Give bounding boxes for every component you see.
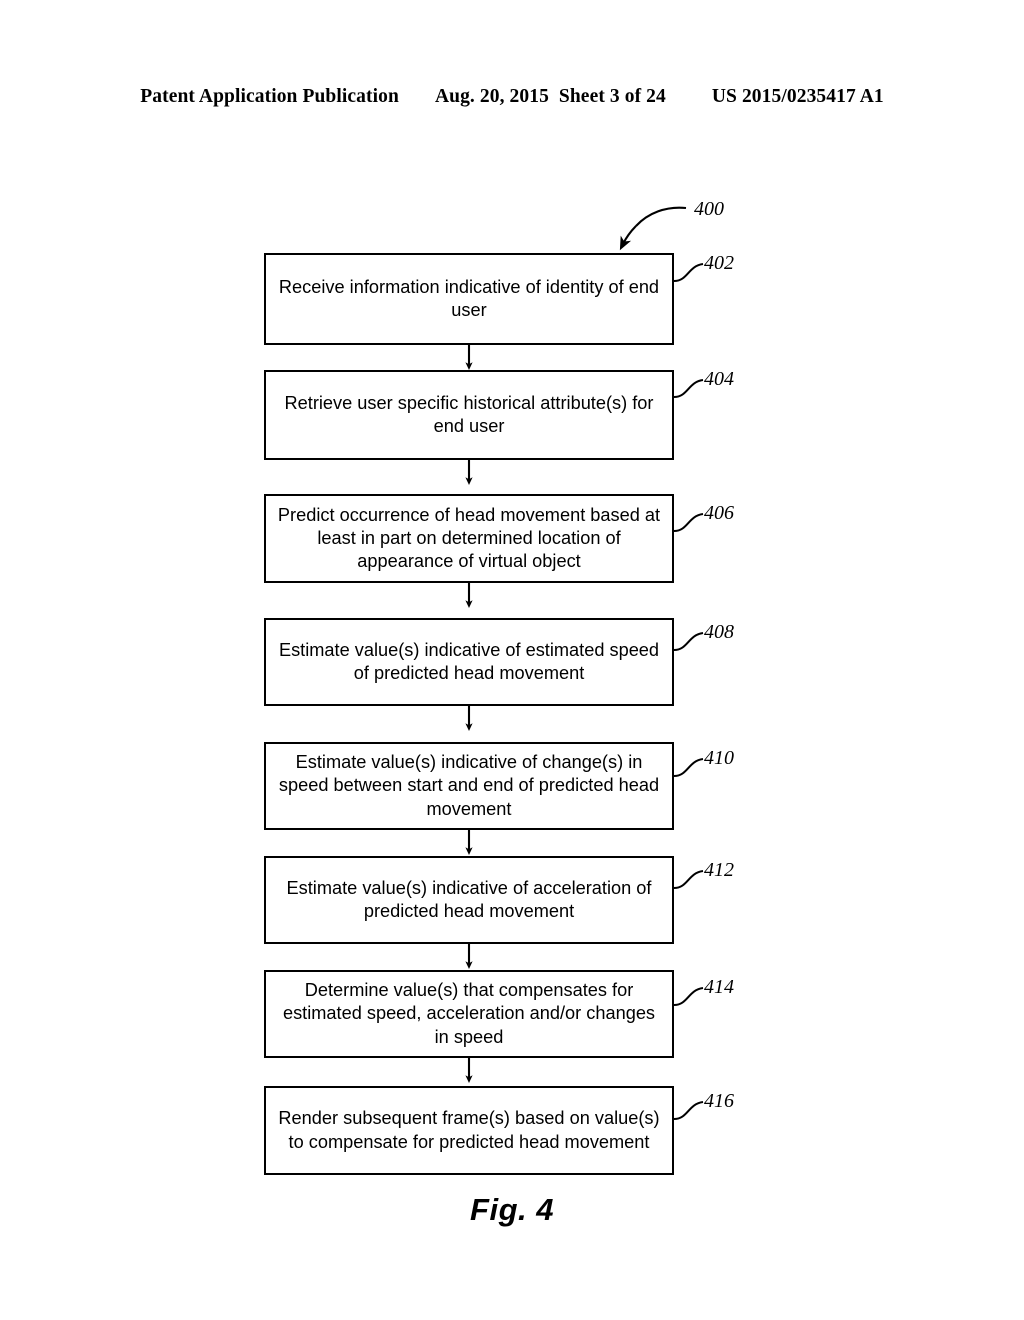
leader-line-404 [673, 379, 704, 398]
reference-numeral-406: 406 [704, 502, 734, 524]
flowchart-step-414: Determine value(s) that compensates for … [264, 970, 674, 1058]
flowchart-step-412: Estimate value(s) indicative of accelera… [264, 856, 674, 944]
flowchart-step-404-text: Retrieve user specific historical attrib… [284, 392, 654, 436]
flowchart-step-404: Retrieve user specific historical attrib… [264, 370, 674, 460]
leader-line-406 [673, 513, 704, 532]
reference-numeral-412: 412 [704, 859, 734, 881]
flowchart-step-414-text: Determine value(s) that compensates for … [282, 980, 656, 1047]
flowchart-step-402: Receive information indicative of identi… [264, 253, 674, 345]
figure-caption: Fig. 4 [470, 1192, 554, 1227]
flowchart-step-410-text: Estimate value(s) indicative of change(s… [278, 752, 660, 819]
reference-numeral-400: 400 [694, 198, 724, 220]
leader-line-402 [673, 263, 704, 282]
leader-line-412 [673, 870, 704, 889]
reference-numeral-408: 408 [704, 621, 734, 643]
leader-line-410 [673, 758, 704, 777]
leader-line-416 [673, 1101, 704, 1120]
flowchart-step-408-text: Estimate value(s) indicative of estimate… [278, 639, 660, 683]
leader-line-414 [673, 987, 704, 1006]
figure-400-leader-arrow [635, 206, 687, 227]
flowchart-step-402-text: Receive information indicative of identi… [278, 276, 660, 320]
reference-numeral-402: 402 [704, 252, 734, 274]
flowchart-step-406-text: Predict occurrence of head movement base… [277, 504, 661, 572]
reference-numeral-410: 410 [704, 747, 734, 769]
reference-numeral-404: 404 [704, 368, 734, 390]
flowchart-step-410: Estimate value(s) indicative of change(s… [264, 742, 674, 830]
flowchart-step-416: Render subsequent frame(s) based on valu… [264, 1086, 674, 1175]
reference-numeral-416: 416 [704, 1090, 734, 1112]
flowchart-step-408: Estimate value(s) indicative of estimate… [264, 618, 674, 706]
flowchart-step-406: Predict occurrence of head movement base… [264, 494, 674, 583]
flowchart-step-412-text: Estimate value(s) indicative of accelera… [286, 877, 652, 921]
flowchart-step-416-text: Render subsequent frame(s) based on valu… [278, 1108, 660, 1152]
figure-400-leader-arrow-tail [619, 225, 637, 251]
reference-numeral-414: 414 [704, 976, 734, 998]
leader-line-408 [673, 632, 704, 651]
